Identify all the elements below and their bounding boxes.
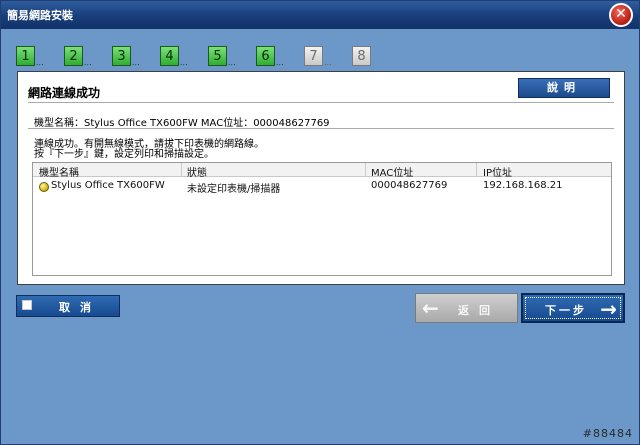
- step-4: 4 ...: [160, 46, 194, 68]
- step-number: 1: [16, 46, 35, 66]
- column-header-status[interactable]: 狀態: [187, 164, 207, 179]
- table-row[interactable]: Stylus Office TX600FW 未設定印表機/掃描器 0000486…: [33, 179, 611, 195]
- instruction-text: 連線成功。有開無線模式，請拔下印表機的網路線。 按『下一步』鍵，設定列印和掃描設…: [34, 140, 264, 160]
- back-button[interactable]: ← 返回: [415, 293, 518, 323]
- printer-table: 機型名稱 狀態 MAC位址 IP位址 Stylus Office TX600FW…: [32, 162, 612, 276]
- step-number: 6: [256, 46, 275, 66]
- step-number: 3: [112, 46, 131, 66]
- cell-mac: 000048627769: [371, 180, 448, 191]
- help-button[interactable]: 說明: [518, 78, 610, 98]
- instruction-line-2: 按『下一步』鍵，設定列印和掃描設定。: [34, 149, 214, 160]
- step-6: 6 ...: [256, 46, 290, 68]
- step-dots: ...: [36, 58, 44, 67]
- cancel-label: 取消: [59, 301, 101, 314]
- close-icon: ✕: [615, 6, 627, 22]
- cell-status: 未設定印表機/掃描器: [187, 184, 281, 195]
- cancel-button[interactable]: 取消: [16, 295, 120, 317]
- right-arrow-icon: →: [600, 297, 617, 321]
- step-7: 7 ...: [304, 46, 338, 68]
- column-separator: [181, 163, 182, 177]
- column-separator: [365, 163, 366, 177]
- step-dots: ...: [324, 58, 332, 67]
- step-3: 3 ...: [112, 46, 146, 68]
- step-number: 5: [208, 46, 227, 66]
- step-dots: ...: [84, 58, 92, 67]
- divider: [28, 128, 614, 129]
- column-header-ip[interactable]: IP位址: [483, 164, 512, 179]
- divider: [28, 102, 614, 103]
- next-button[interactable]: 下一步 →: [521, 293, 625, 323]
- step-dots: ...: [276, 58, 284, 67]
- step-number: 7: [304, 46, 323, 66]
- title-bar: 簡易網路安裝 ✕: [1, 1, 639, 29]
- step-number: 2: [64, 46, 83, 66]
- step-8: 8: [352, 46, 386, 68]
- panel-heading: 網路連線成功: [28, 86, 101, 100]
- step-5: 5 ...: [208, 46, 242, 68]
- close-button[interactable]: ✕: [609, 3, 633, 27]
- left-arrow-icon: ←: [422, 296, 439, 320]
- step-number: 8: [352, 46, 371, 66]
- step-1: 1 ...: [16, 46, 50, 68]
- table-header: 機型名稱 狀態 MAC位址 IP位址: [33, 163, 611, 179]
- window-title: 簡易網路安裝: [7, 9, 73, 22]
- column-separator: [476, 163, 477, 177]
- next-label: 下一步: [545, 304, 587, 317]
- watermark: #88484: [582, 427, 633, 440]
- column-header-model[interactable]: 機型名稱: [39, 164, 79, 179]
- printer-icon: [39, 182, 49, 192]
- step-dots: ...: [132, 58, 140, 67]
- content-panel: 網路連線成功 說明 機型名稱：Stylus Office TX600FW MAC…: [17, 71, 625, 285]
- column-header-mac[interactable]: MAC位址: [371, 164, 413, 179]
- step-dots: ...: [228, 58, 236, 67]
- step-2: 2 ...: [64, 46, 98, 68]
- step-number: 4: [160, 46, 179, 66]
- cell-model: Stylus Office TX600FW: [51, 180, 165, 191]
- back-label: 返回: [458, 304, 500, 317]
- device-info: 機型名稱：Stylus Office TX600FW MAC位址：0000486…: [34, 118, 330, 129]
- cell-ip: 192.168.168.21: [483, 180, 563, 191]
- setup-window: 簡易網路安裝 ✕ 1 ... 2 ... 3 ... 4 ... 5 ... 6…: [0, 0, 640, 445]
- cancel-icon: [22, 300, 32, 310]
- step-dots: ...: [180, 58, 188, 67]
